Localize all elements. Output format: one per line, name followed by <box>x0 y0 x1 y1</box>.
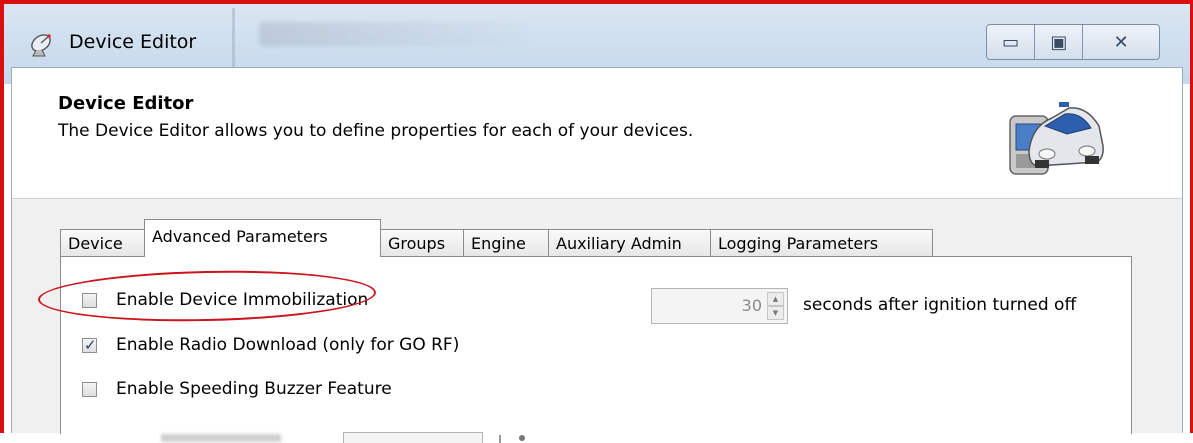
minimize-icon: ▭ <box>1002 31 1020 53</box>
spinner-up-button[interactable]: ▲ <box>767 292 784 306</box>
tab-logging-parameters[interactable]: Logging Parameters <box>710 229 933 257</box>
close-icon: ✕ <box>1113 31 1129 53</box>
satellite-dish-icon <box>31 34 51 57</box>
tab-device[interactable]: Device <box>60 229 145 257</box>
dialog-client: Device Editor The Device Editor allows y… <box>11 67 1183 443</box>
tab-groups[interactable]: Groups <box>380 229 464 257</box>
radio-download-row[interactable]: ✓ Enable Radio Download (only for GO RF) <box>82 335 459 355</box>
speeding-buzzer-row[interactable]: Enable Speeding Buzzer Feature <box>82 379 392 399</box>
tab-engine[interactable]: Engine <box>463 229 549 257</box>
cropped-input <box>343 432 483 443</box>
immobilization-delay-suffix: seconds after ignition turned off <box>803 295 1077 315</box>
spinner-down-button[interactable]: ▼ <box>767 306 784 320</box>
dialog-header: Device Editor The Device Editor allows y… <box>12 68 1182 199</box>
header-title: Device Editor <box>58 93 194 114</box>
tab-advanced-parameters[interactable]: Advanced Parameters <box>144 219 381 257</box>
checkmark-icon: ✓ <box>84 335 97 354</box>
minimize-button[interactable]: ▭ <box>987 25 1036 59</box>
device-car-icon <box>1009 102 1104 175</box>
speeding-buzzer-checkbox[interactable] <box>82 381 97 397</box>
background-window-title <box>259 22 529 46</box>
caption-buttons: ▭ ▣ ✕ <box>986 24 1160 60</box>
cropped-divider <box>499 435 501 443</box>
radio-download-label: Enable Radio Download (only for GO RF) <box>116 335 460 355</box>
cropped-row-label <box>161 434 281 442</box>
maximize-icon: ▣ <box>1050 31 1068 53</box>
immobilization-delay-value: 30 <box>741 296 762 315</box>
maximize-button[interactable]: ▣ <box>1035 25 1084 59</box>
radio-download-checkbox[interactable]: ✓ <box>82 335 97 354</box>
window-title: Device Editor <box>69 31 197 53</box>
header-description: The Device Editor allows you to define p… <box>58 121 694 141</box>
tab-auxiliary-admin[interactable]: Auxiliary Admin <box>548 229 711 257</box>
speeding-buzzer-label: Enable Speeding Buzzer Feature <box>116 379 392 399</box>
immobilization-delay-spinner[interactable]: 30 ▲ ▼ <box>651 288 788 324</box>
cropped-icon <box>519 435 525 441</box>
spinner-buttons: ▲ ▼ <box>767 292 784 320</box>
close-button[interactable]: ✕ <box>1083 25 1159 59</box>
